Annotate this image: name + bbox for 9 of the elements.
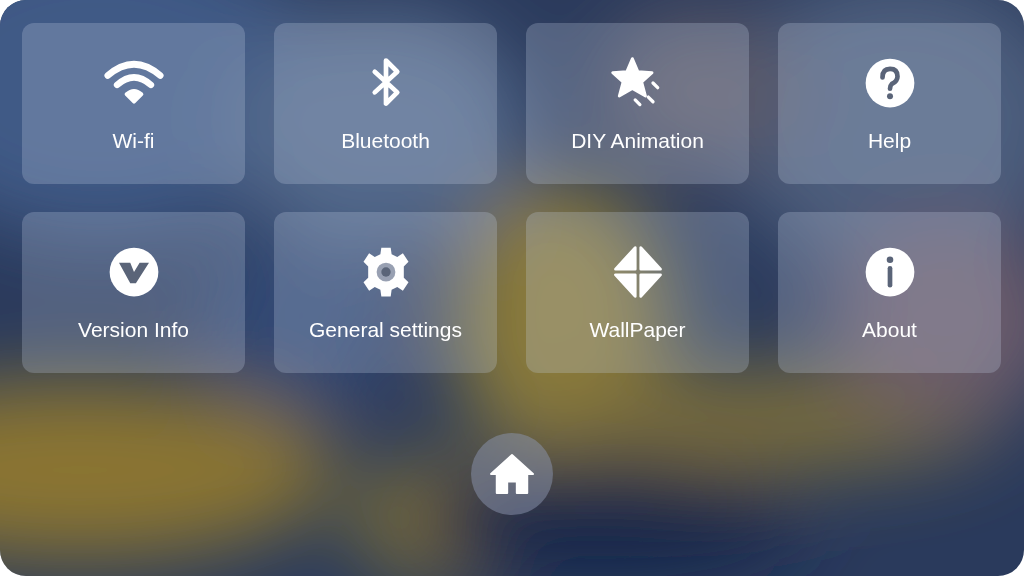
menu-tile[interactable]: Wi-fi [22,23,245,184]
menu-tile[interactable]: About [778,212,1001,373]
menu-tile[interactable]: WallPaper [526,212,749,373]
menu-tile[interactable]: DIY Animation [526,23,749,184]
menu-tile[interactable]: General settings [274,212,497,373]
home-icon [489,453,535,495]
menu-tile[interactable]: Bluetooth [274,23,497,184]
menu-tile[interactable]: Help [778,23,1001,184]
menu-tile[interactable]: Version Info [22,212,245,373]
